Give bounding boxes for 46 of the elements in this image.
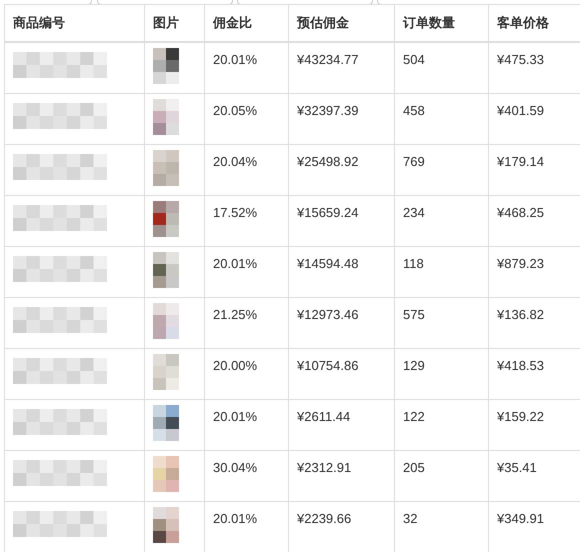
table-cell: ¥179.14 bbox=[497, 154, 544, 169]
table-cell: ¥2611.44 bbox=[297, 409, 350, 424]
column-header: 商品编号 bbox=[13, 15, 65, 30]
table-cell: ¥12973.46 bbox=[297, 307, 358, 322]
table-cell: 21.25% bbox=[213, 307, 258, 322]
table-cell: ¥349.91 bbox=[497, 511, 544, 526]
table-cell: ¥468.25 bbox=[497, 205, 544, 220]
table-cell: 20.01% bbox=[213, 52, 258, 67]
table-cell: 32 bbox=[403, 511, 418, 526]
table-cell: ¥25498.92 bbox=[297, 154, 358, 169]
table-cell: ¥10754.86 bbox=[297, 358, 358, 373]
column-header: 客单价格 bbox=[497, 15, 549, 30]
table-cell: ¥475.33 bbox=[497, 52, 544, 67]
table-cell: 17.52% bbox=[213, 205, 258, 220]
column-header: 图片 bbox=[153, 15, 179, 30]
table-cell: 769 bbox=[403, 154, 425, 169]
table-cell: ¥2239.66 bbox=[297, 511, 352, 526]
table-cell: 20.05% bbox=[213, 103, 258, 118]
column-header: 预估佣金 bbox=[297, 15, 349, 30]
table-cell: 129 bbox=[403, 358, 425, 373]
table-cell: ¥14594.48 bbox=[297, 256, 358, 271]
table-cell: 575 bbox=[403, 307, 425, 322]
table-cell: ¥879.23 bbox=[497, 256, 544, 271]
table-cell: ¥2312.91 bbox=[297, 460, 352, 475]
column-header: 订单数量 bbox=[403, 15, 455, 30]
table-cell: ¥136.82 bbox=[497, 307, 544, 322]
table-cell: ¥15659.24 bbox=[297, 205, 358, 220]
table-cell: 205 bbox=[403, 460, 425, 475]
table-cell: 20.01% bbox=[213, 256, 258, 271]
table-cell: 118 bbox=[403, 256, 424, 271]
table-cell: 234 bbox=[403, 205, 425, 220]
table-cell: 504 bbox=[403, 52, 425, 67]
table-cell: 20.01% bbox=[213, 511, 258, 526]
table-cell: ¥32397.39 bbox=[297, 103, 358, 118]
table-cell: 20.04% bbox=[213, 154, 258, 169]
table-cell: ¥418.53 bbox=[497, 358, 544, 373]
table-cell: 20.00% bbox=[213, 358, 258, 373]
table-cell: 20.01% bbox=[213, 409, 258, 424]
table-cell: 458 bbox=[403, 103, 425, 118]
table-cell: 30.04% bbox=[213, 460, 258, 475]
table-cell: ¥159.22 bbox=[497, 409, 544, 424]
table-cell: ¥35.41 bbox=[497, 460, 537, 475]
table-cell: ¥401.59 bbox=[497, 103, 544, 118]
column-header: 佣金比 bbox=[213, 15, 252, 30]
table-cell: 122 bbox=[403, 409, 425, 424]
table-cell: ¥43234.77 bbox=[297, 52, 358, 67]
